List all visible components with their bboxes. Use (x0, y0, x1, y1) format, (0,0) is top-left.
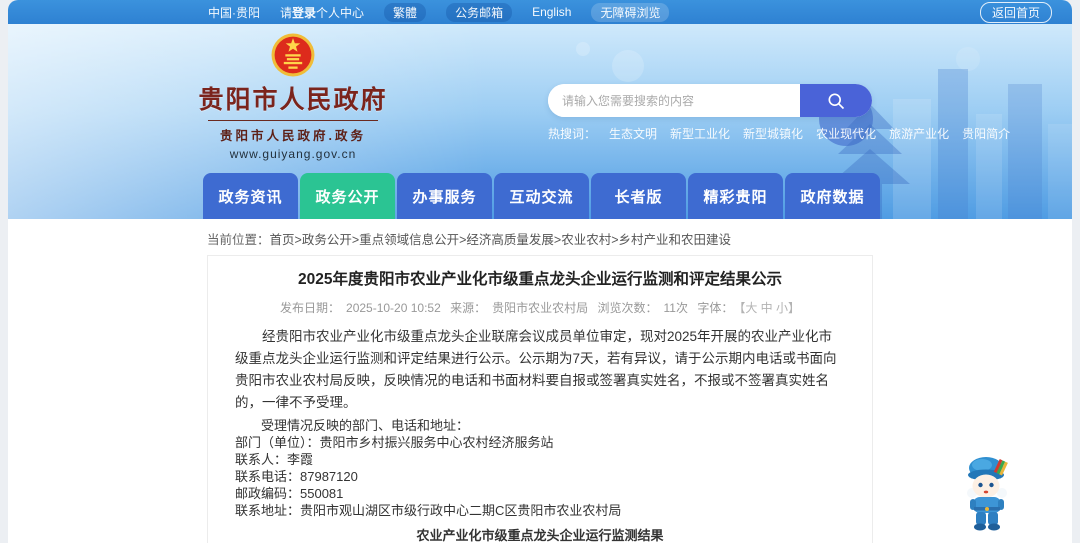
login-prefix: 请 (280, 5, 293, 20)
announcement-paragraph: 经贵阳市农业产业化市级重点龙头企业联席会议成员单位审定，现对2025年开展的农业… (235, 329, 837, 410)
hot-word-link[interactable]: 生态文明 (609, 125, 657, 142)
breadcrumb-path[interactable]: 首页>政务公开>重点领域信息公开>经济高质量发展>农业农村>乡村产业和农田建设 (270, 233, 732, 247)
nav-tab-zhangzheban[interactable]: 长者版 (591, 173, 686, 219)
search-button[interactable] (800, 84, 872, 117)
brand-divider (208, 120, 378, 121)
views-value: 11次 (663, 301, 688, 315)
contact-address: 联系地址：贵阳市观山湖区市级行政中心二期C区贵阳市农业农村局 (235, 503, 622, 518)
site-url: www.guiyang.gov.cn (229, 147, 357, 161)
nav-tab-zhengfu-shuju[interactable]: 政府数据 (785, 173, 880, 219)
contact-person: 联系人：李霞 (235, 452, 314, 467)
nav-tab-hudong-jiaoliu[interactable]: 互动交流 (494, 173, 589, 219)
topbar: 中国·贵阳 请登录个人中心 繁體 公务邮箱 English 无障碍浏览 返回首页 (8, 0, 1072, 24)
search-area: 热搜词： 生态文明 新型工业化 新型城镇化 农业现代化 旅游产业化 贵阳简介 (548, 84, 1010, 142)
mascot-assistant-icon[interactable] (956, 452, 1018, 532)
breadcrumb: 当前位置：首页>政务公开>重点领域信息公开>经济高质量发展>农业农村>乡村产业和… (8, 219, 1072, 255)
publish-date-label: 发布日期： (280, 301, 341, 315)
source-label: 来源： (450, 301, 487, 315)
content-area: 当前位置：首页>政务公开>重点领域信息公开>经济高质量发展>农业农村>乡村产业和… (8, 219, 1072, 543)
article-meta: 发布日期： 2025-10-20 10:52 来源： 贵阳市农业农村局 浏览次数： 1… (235, 299, 845, 316)
topbar-link-login[interactable]: 请登录个人中心 (280, 4, 364, 21)
font-size-controls[interactable]: 【大 中 小】 (739, 301, 800, 315)
font-size-label: 字体： (697, 301, 734, 315)
hot-word-link[interactable]: 旅游产业化 (889, 125, 949, 142)
site-header: 贵阳市人民政府 贵阳市人民政府.政务 www.guiyang.gov.cn 热搜… (8, 24, 1072, 219)
contact-phone: 联系电话：87987120 (235, 469, 358, 484)
topbar-link-accessibility[interactable]: 无障碍浏览 (591, 2, 670, 22)
main-nav: 政务资讯 政务公开 办事服务 互动交流 长者版 精彩贵阳 政府数据 (8, 166, 1072, 219)
search-box (548, 84, 872, 117)
nav-tab-zhengwu-zixun[interactable]: 政务资讯 (203, 173, 298, 219)
article-card: 2025年度贵阳市农业产业化市级重点龙头企业运行监测和评定结果公示 发布日期： 2… (207, 255, 873, 543)
topbar-link-official-mail[interactable]: 公务邮箱 (446, 2, 513, 22)
back-to-home-button[interactable]: 返回首页 (979, 1, 1052, 23)
breadcrumb-label: 当前位置： (207, 233, 270, 247)
contact-section-heading: 受理情况反映的部门、电话和地址： (261, 418, 470, 433)
nav-tab-banshi-fuwu[interactable]: 办事服务 (397, 173, 492, 219)
contact-postcode: 邮政编码：550081 (235, 486, 344, 501)
publish-date-value: 2025-10-20 10:52 (346, 301, 441, 315)
table-caption: 农业产业化市级重点龙头企业运行监测结果 (416, 528, 664, 543)
contact-department: 部门（单位）：贵阳市乡村振兴服务中心农村经济服务站 (235, 435, 554, 450)
topbar-link-china-guiyang[interactable]: 中国·贵阳 (208, 4, 260, 21)
login-bold: 登录 (292, 5, 317, 20)
search-input[interactable] (548, 84, 800, 117)
national-emblem-icon (271, 33, 315, 77)
views-label: 浏览次数： (597, 301, 658, 315)
article-title: 2025年度贵阳市农业产业化市级重点龙头企业运行监测和评定结果公示 (298, 271, 782, 288)
hot-word-link[interactable]: 农业现代化 (816, 125, 876, 142)
hot-word-link[interactable]: 贵阳简介 (962, 125, 1010, 142)
page: 中国·贵阳 请登录个人中心 繁體 公务邮箱 English 无障碍浏览 返回首页 (8, 0, 1072, 543)
site-brand: 贵阳市人民政府 贵阳市人民政府.政务 www.guiyang.gov.cn (188, 32, 398, 161)
site-subtitle: 贵阳市人民政府.政务 (220, 129, 366, 143)
hot-search-words: 热搜词： 生态文明 新型工业化 新型城镇化 农业现代化 旅游产业化 贵阳简介 (548, 125, 1010, 142)
site-name: 贵阳市人民政府 (198, 86, 388, 114)
topbar-link-english[interactable]: English (532, 5, 571, 19)
article-body: 经贵阳市农业产业化市级重点龙头企业联席会议成员单位审定，现对2025年开展的农业… (235, 326, 845, 543)
source-value: 贵阳市农业农村局 (492, 301, 589, 315)
hot-word-link[interactable]: 新型工业化 (670, 125, 730, 142)
nav-tab-zhengwu-gongkai[interactable]: 政务公开 (300, 173, 395, 219)
search-icon (828, 93, 845, 109)
hot-words-label: 热搜词： (548, 127, 597, 141)
nav-tab-jingcai-guiyang[interactable]: 精彩贵阳 (688, 173, 783, 219)
topbar-link-traditional-chinese[interactable]: 繁體 (384, 2, 427, 22)
login-suffix: 个人中心 (316, 5, 365, 20)
hot-word-link[interactable]: 新型城镇化 (743, 125, 803, 142)
